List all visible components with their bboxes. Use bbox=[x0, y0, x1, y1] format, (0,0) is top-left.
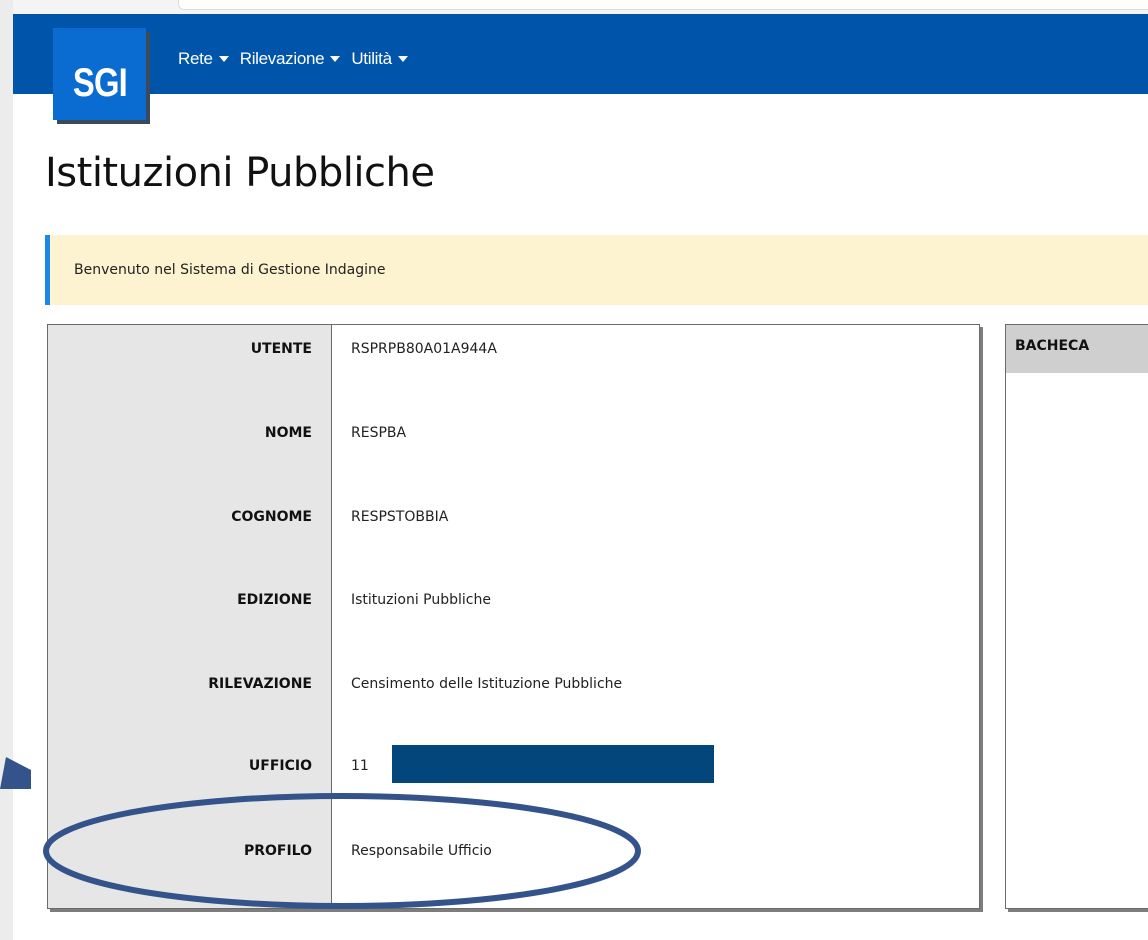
annotation-overlay bbox=[0, 757, 641, 909]
profilo-highlight-ellipse bbox=[43, 793, 641, 909]
annotation-pointer-icon bbox=[0, 757, 31, 789]
